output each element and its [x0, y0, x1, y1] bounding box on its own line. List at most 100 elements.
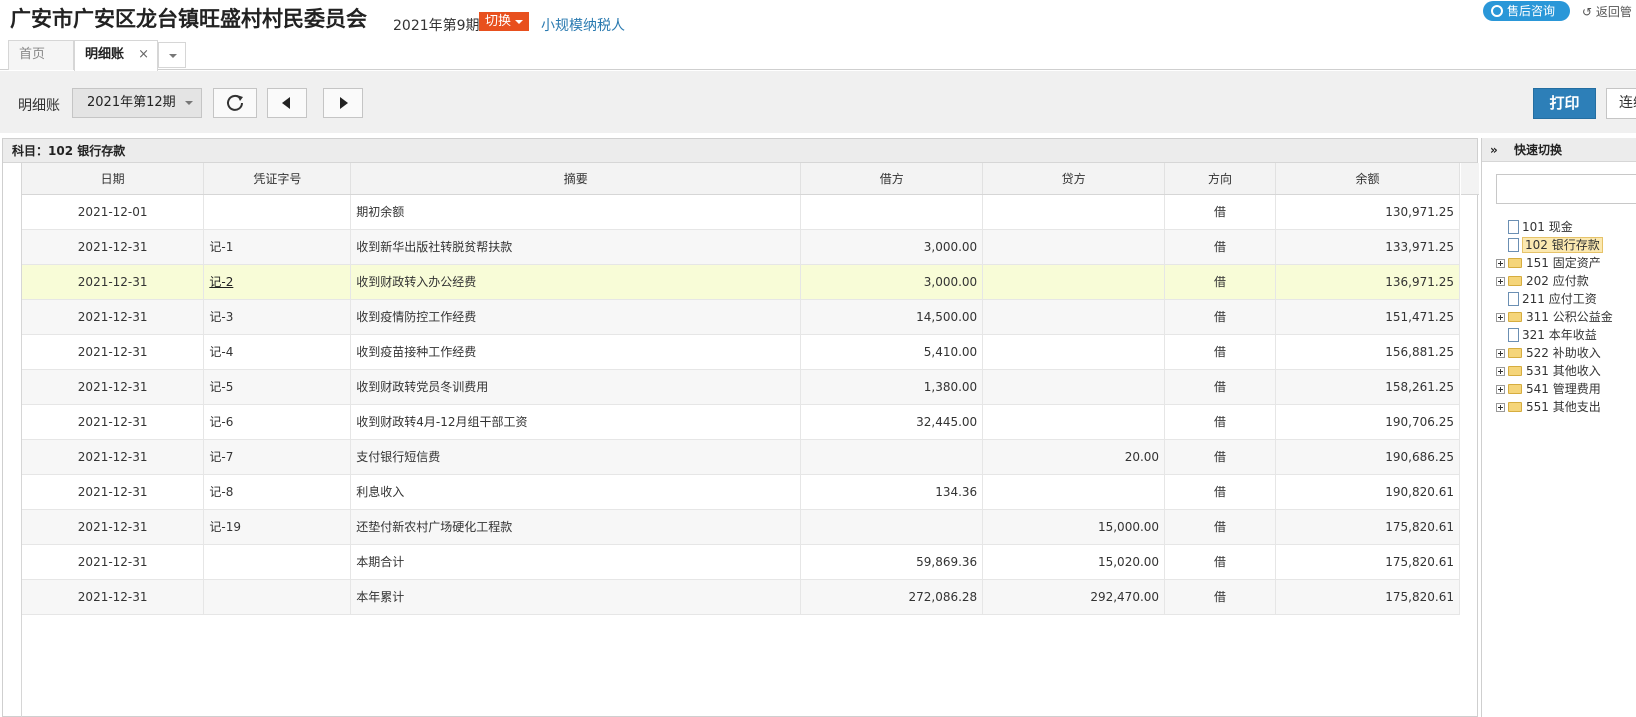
cell-voucher[interactable]: 记-19 — [203, 509, 352, 545]
expand-plus-icon[interactable] — [1496, 385, 1505, 394]
tree-item-522[interactable]: 522 补助收入 — [1496, 344, 1613, 362]
table-row[interactable]: 2021-12-31 记-5 收到财政转党员冬训费用 1,380.00 借 15… — [22, 369, 1460, 405]
triangle-left-icon — [282, 97, 290, 109]
table-row[interactable]: 2021-12-01 期初余额 借 130,971.25 — [22, 194, 1460, 230]
cell-debit: 134.36 — [800, 474, 984, 510]
cell-direction: 借 — [1164, 229, 1277, 265]
table-header-row: 日期 凭证字号 摘要 借方 贷方 方向 余额 — [22, 163, 1460, 195]
col-balance[interactable]: 余额 — [1275, 163, 1460, 195]
tree-item-211[interactable]: 211 应付工资 — [1496, 290, 1613, 308]
col-debit[interactable]: 借方 — [800, 163, 984, 195]
cell-credit — [982, 334, 1166, 370]
folder-icon — [1508, 348, 1522, 358]
tab-ledger[interactable]: 明细账 × — [74, 40, 158, 71]
cell-date: 2021-12-31 — [22, 509, 205, 545]
cell-balance: 130,971.25 — [1275, 194, 1460, 230]
table-row[interactable]: 2021-12-31 记-4 收到疫苗接种工作经费 5,410.00 借 156… — [22, 334, 1460, 370]
cell-credit — [982, 369, 1166, 405]
col-direction[interactable]: 方向 — [1164, 163, 1277, 195]
cell-balance: 133,971.25 — [1275, 229, 1460, 265]
tab-menu-button[interactable] — [158, 42, 186, 68]
taxpayer-type-link[interactable]: 小规模纳税人 — [541, 15, 625, 35]
folder-icon — [1508, 384, 1522, 394]
cell-voucher[interactable]: 记-3 — [203, 299, 352, 335]
cell-balance: 136,971.25 — [1275, 264, 1460, 300]
expand-plus-icon[interactable] — [1496, 277, 1505, 286]
cell-credit — [982, 474, 1166, 510]
cell-voucher[interactable]: 记-1 — [203, 229, 352, 265]
ledger-panel: 科目：102 银行存款 日期 凭证字号 摘要 借方 贷方 方向 余额 2021-… — [2, 138, 1479, 717]
col-credit[interactable]: 贷方 — [982, 163, 1166, 195]
col-voucher[interactable]: 凭证字号 — [203, 163, 352, 195]
table-row-year-total[interactable]: 2021-12-31 本年累计 272,086.28 292,470.00 借 … — [22, 579, 1460, 615]
cell-voucher — [203, 544, 352, 580]
switch-period-button[interactable]: 切换 — [479, 12, 530, 31]
cell-date: 2021-12-31 — [22, 474, 205, 510]
expand-plus-icon[interactable] — [1496, 367, 1505, 376]
expand-plus-icon[interactable] — [1496, 259, 1505, 268]
tab-home[interactable]: 首页 — [8, 40, 74, 70]
cell-voucher[interactable]: 记-5 — [203, 369, 352, 405]
tree-item-202[interactable]: 202 应付款 — [1496, 272, 1613, 290]
expand-plus-icon[interactable] — [1496, 313, 1505, 322]
cell-voucher-link[interactable]: 记-2 — [203, 264, 352, 300]
document-icon — [1508, 292, 1519, 306]
table-row[interactable]: 2021-12-31 记-8 利息收入 134.36 借 190,820.61 — [22, 474, 1460, 510]
cell-direction: 借 — [1164, 334, 1277, 370]
cell-date: 2021-12-31 — [22, 264, 205, 300]
previous-period-button[interactable] — [267, 88, 307, 118]
tree-item-531[interactable]: 531 其他收入 — [1496, 362, 1613, 380]
tree-item-102[interactable]: 102 银行存款 — [1496, 236, 1613, 254]
cell-credit: 15,020.00 — [982, 544, 1166, 580]
cell-voucher[interactable]: 记-8 — [203, 474, 352, 510]
cell-credit — [982, 299, 1166, 335]
cell-debit — [800, 194, 984, 230]
back-link[interactable]: ↺ 返回管 — [1582, 3, 1632, 20]
table-row[interactable]: 2021-12-31 记-1 收到新华出版社转脱贫帮扶款 3,000.00 借 … — [22, 229, 1460, 265]
cell-voucher[interactable]: 记-4 — [203, 334, 352, 370]
tree-item-151[interactable]: 151 固定资产 — [1496, 254, 1613, 272]
close-icon[interactable]: × — [138, 41, 149, 69]
table-row[interactable]: 2021-12-31 记-6 收到财政转4月-12月组干部工资 32,445.0… — [22, 404, 1460, 440]
print-button[interactable]: 打印 — [1533, 88, 1596, 119]
cell-voucher[interactable]: 记-7 — [203, 439, 352, 475]
col-summary[interactable]: 摘要 — [350, 163, 802, 195]
tree-item-label: 151 固定资产 — [1526, 256, 1601, 270]
table-row[interactable]: 2021-12-31 记-7 支付银行短信费 20.00 借 190,686.2… — [22, 439, 1460, 475]
cell-direction: 借 — [1164, 474, 1277, 510]
cell-summary: 期初余额 — [350, 194, 802, 230]
tree-item-101[interactable]: 101 现金 — [1496, 218, 1613, 236]
tree-item-541[interactable]: 541 管理费用 — [1496, 380, 1613, 398]
tree-item-label: 311 公积公益金 — [1526, 310, 1613, 324]
cell-balance: 158,261.25 — [1275, 369, 1460, 405]
refresh-button[interactable] — [213, 88, 257, 118]
continuous-print-button[interactable]: 连续 — [1606, 88, 1636, 119]
folder-icon — [1508, 258, 1522, 268]
tree-item-321[interactable]: 321 本年收益 — [1496, 326, 1613, 344]
cell-summary: 收到新华出版社转脱贫帮扶款 — [350, 229, 802, 265]
col-date[interactable]: 日期 — [22, 163, 205, 195]
cell-summary: 收到疫苗接种工作经费 — [350, 334, 802, 370]
table-row-selected[interactable]: 2021-12-31 记-2 收到财政转入办公经费 3,000.00 借 136… — [22, 264, 1460, 300]
period-select[interactable]: 2021年第12期 — [72, 88, 202, 118]
next-period-button[interactable] — [323, 88, 363, 118]
cell-date: 2021-12-31 — [22, 369, 205, 405]
tree-item-551[interactable]: 551 其他支出 — [1496, 398, 1613, 416]
table-row-period-total[interactable]: 2021-12-31 本期合计 59,869.36 15,020.00 借 17… — [22, 544, 1460, 580]
cell-balance: 175,820.61 — [1275, 509, 1460, 545]
expand-plus-icon[interactable] — [1496, 349, 1505, 358]
table-row[interactable]: 2021-12-31 记-19 还垫付新农村广场硬化工程款 15,000.00 … — [22, 509, 1460, 545]
cell-date: 2021-12-31 — [22, 579, 205, 615]
account-search-input[interactable] — [1496, 174, 1636, 204]
cell-date: 2021-12-31 — [22, 404, 205, 440]
cell-direction: 借 — [1164, 544, 1277, 580]
tree-item-label: 541 管理费用 — [1526, 382, 1601, 396]
expand-plus-icon[interactable] — [1496, 403, 1505, 412]
table-row[interactable]: 2021-12-31 记-3 收到疫情防控工作经费 14,500.00 借 15… — [22, 299, 1460, 335]
cell-summary: 支付银行短信费 — [350, 439, 802, 475]
collapse-chevron-icon[interactable]: » — [1490, 138, 1498, 162]
cell-voucher[interactable]: 记-6 — [203, 404, 352, 440]
tree-item-311[interactable]: 311 公积公益金 — [1496, 308, 1613, 326]
document-icon — [1508, 328, 1519, 342]
support-button[interactable]: 售后咨询 — [1483, 1, 1570, 21]
